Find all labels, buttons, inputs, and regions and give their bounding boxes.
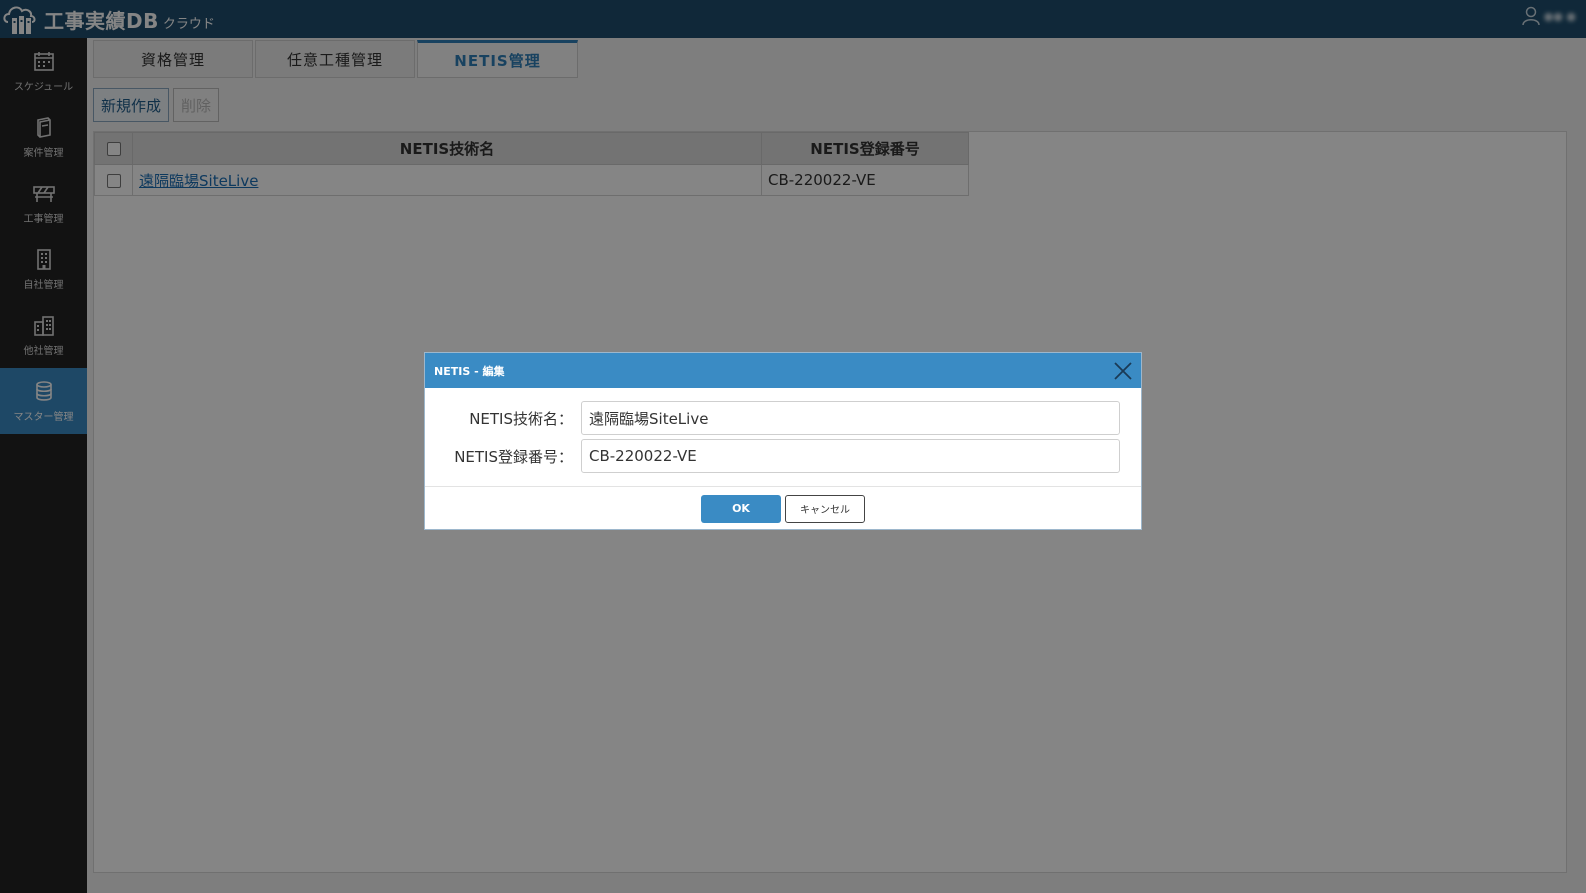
dialog-title-bar: NETIS - 編集 bbox=[425, 353, 1141, 388]
netis-name-input[interactable] bbox=[581, 401, 1120, 435]
ok-button[interactable]: OK bbox=[701, 494, 781, 523]
dialog-footer: OK キャンセル bbox=[425, 486, 1141, 530]
dialog-title: NETIS - 編集 bbox=[434, 364, 505, 378]
netis-name-label: NETIS技術名： bbox=[469, 409, 573, 428]
form-row-number: NETIS登録番号： bbox=[425, 439, 1143, 473]
netis-number-label: NETIS登録番号： bbox=[454, 447, 573, 466]
close-icon[interactable] bbox=[1113, 361, 1133, 381]
netis-number-input[interactable] bbox=[581, 439, 1120, 473]
netis-edit-dialog: NETIS - 編集 NETIS技術名： NETIS登録番号： OK キャンセル bbox=[424, 352, 1142, 530]
form-row-name: NETIS技術名： bbox=[425, 401, 1143, 435]
cancel-button[interactable]: キャンセル bbox=[785, 494, 865, 523]
